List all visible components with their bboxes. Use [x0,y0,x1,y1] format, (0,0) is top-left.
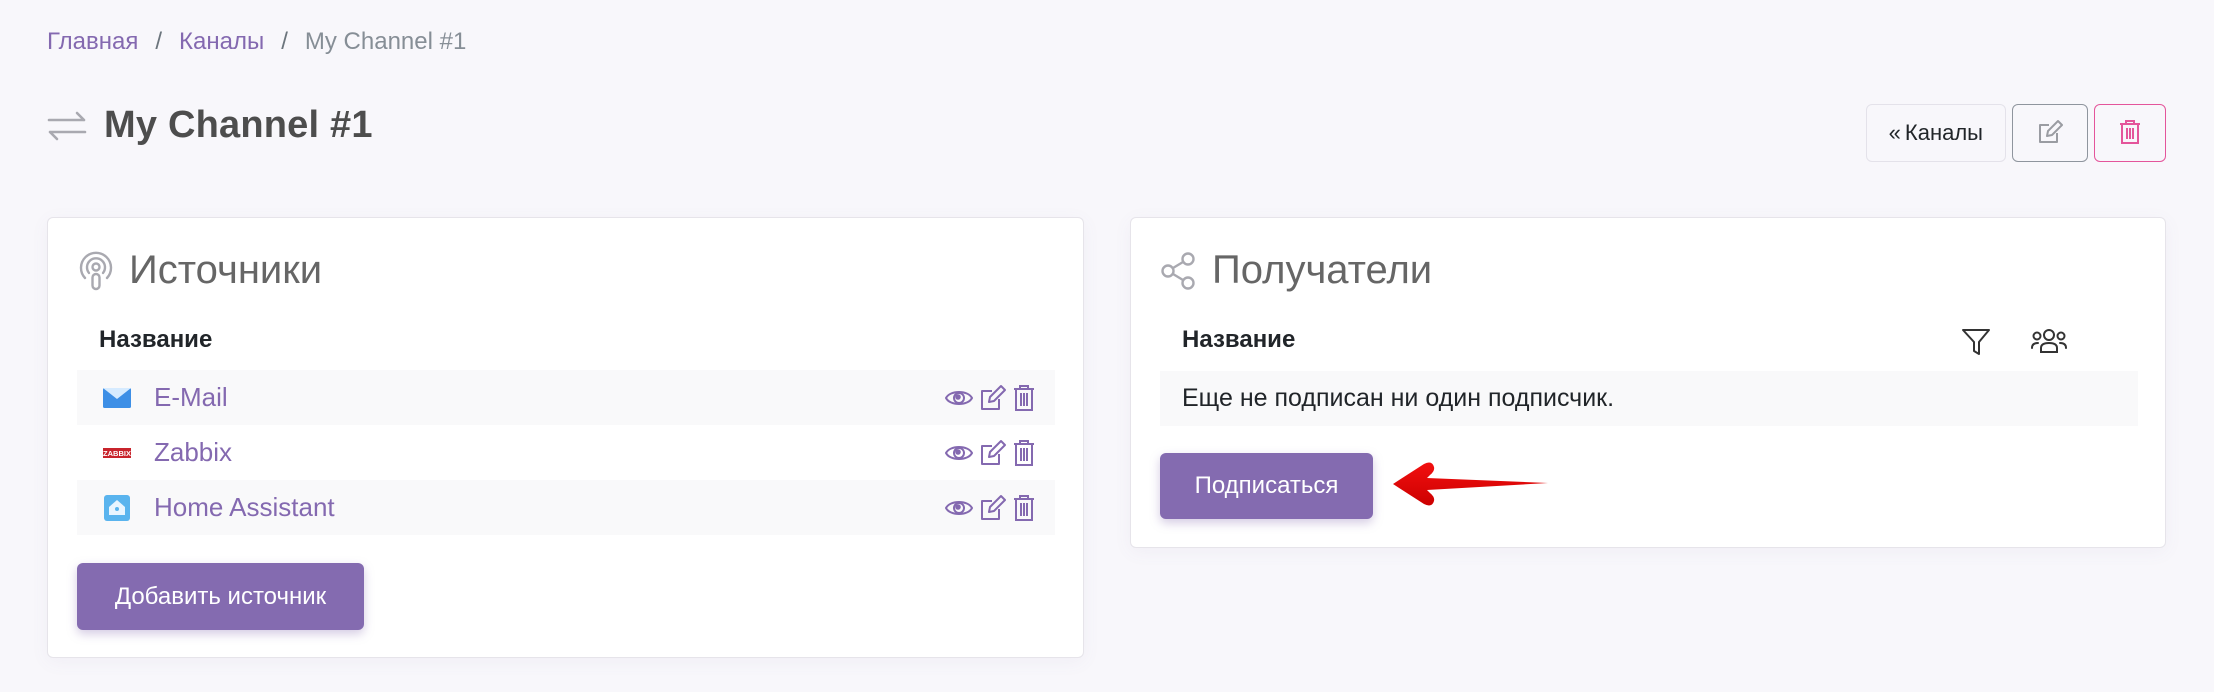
source-link[interactable]: E-Mail [154,382,228,413]
breadcrumb-home[interactable]: Главная [47,28,138,56]
breadcrumb-separator: / [281,28,288,55]
sources-card-title: Источники [77,248,322,293]
row-actions [945,494,1035,522]
trash-icon [2119,119,2141,148]
sources-column-name: Название [99,326,213,353]
add-source-button[interactable]: Добавить источник [77,563,364,630]
row-actions [945,439,1035,467]
back-button-label: Каналы [1904,120,1983,145]
recipients-card-title: Получатели [1160,248,1432,293]
source-row: ZABBIX Zabbix [77,425,1055,480]
recipients-column-name: Название [1182,326,1296,353]
trash-icon[interactable] [1013,494,1035,522]
breadcrumb-separator: / [155,28,163,55]
exchange-arrows-icon [46,109,88,143]
recipients-tools [1961,328,2067,361]
edit-icon[interactable] [979,494,1007,522]
trash-icon[interactable] [1013,439,1035,467]
sources-card: Источники Название E-Mail ZABBIX Zabbix … [47,217,1084,658]
sources-title: Источники [129,248,323,292]
sources-list: E-Mail ZABBIX Zabbix Home Assistant [77,370,1055,535]
page-title: My Channel #1 [104,104,373,146]
users-group-icon[interactable] [2031,328,2067,361]
row-actions [945,384,1035,412]
filter-icon[interactable] [1961,328,1991,361]
recipients-title: Получатели [1212,248,1433,292]
delete-channel-button[interactable] [2094,104,2166,162]
eye-icon[interactable] [945,496,973,520]
podcast-icon [77,250,115,292]
edit-channel-button[interactable] [2012,104,2088,162]
recipients-card: Получатели Название Еще не подписан ни о… [1130,217,2166,548]
svg-text:ZABBIX: ZABBIX [103,449,131,458]
edit-icon[interactable] [979,384,1007,412]
edit-icon [2037,119,2063,148]
breadcrumb: Главная / Каналы / My Channel #1 [47,28,466,56]
source-row: Home Assistant [77,480,1055,535]
double-chevron-left-icon: « [1888,120,1901,145]
empty-subscribers-message: Еще не подписан ни один подписчик. [1160,371,2138,426]
subscribe-button[interactable]: Подписаться [1160,453,1373,519]
back-to-channels-button[interactable]: « Каналы [1865,104,2006,162]
share-icon [1160,250,1198,292]
home-assistant-icon [103,494,131,521]
source-link[interactable]: Zabbix [154,437,232,468]
source-row: E-Mail [77,370,1055,425]
breadcrumb-current: My Channel #1 [304,28,467,55]
breadcrumb-channels[interactable]: Каналы [179,28,264,56]
source-link[interactable]: Home Assistant [154,492,335,523]
eye-icon[interactable] [945,441,973,465]
page-header: My Channel #1 [46,104,373,147]
edit-icon[interactable] [979,439,1007,467]
annotation-arrow-icon [1393,462,1548,506]
zabbix-logo-icon: ZABBIX [103,441,131,465]
trash-icon[interactable] [1013,384,1035,412]
header-actions: « Каналы [1865,104,2166,162]
email-envelope-icon [103,386,131,410]
eye-icon[interactable] [945,386,973,410]
